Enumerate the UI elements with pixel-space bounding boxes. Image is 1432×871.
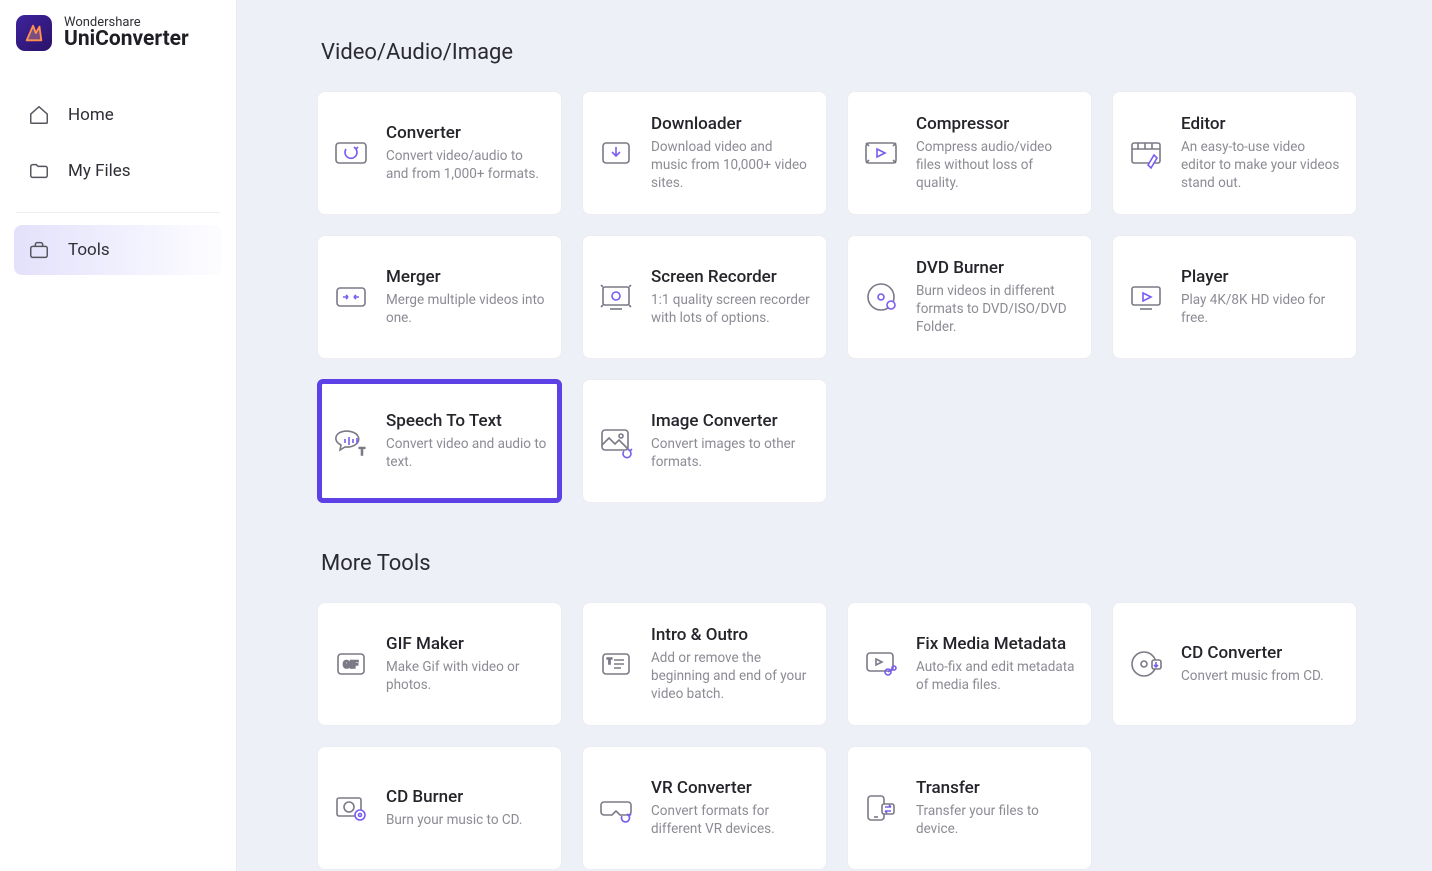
section-title-more: More Tools <box>321 551 1382 576</box>
tool-title: Editor <box>1181 114 1342 134</box>
tool-title: Image Converter <box>651 411 812 431</box>
tool-desc: Burn your music to CD. <box>386 811 547 829</box>
divider <box>16 212 220 213</box>
sidebar-item-tools[interactable]: Tools <box>14 225 222 275</box>
tool-card-fix-metadata[interactable]: Fix Media Metadata Auto-fix and edit meta… <box>847 602 1092 726</box>
tool-desc: Download video and music from 10,000+ vi… <box>651 138 812 193</box>
tool-title: Intro & Outro <box>651 625 812 645</box>
sidebar-item-myfiles[interactable]: My Files <box>14 146 222 196</box>
tool-desc: An easy-to-use video editor to make your… <box>1181 138 1342 193</box>
app-logo: Wondershare UniConverter <box>0 0 236 56</box>
tool-desc: Add or remove the beginning and end of y… <box>651 649 812 704</box>
tool-title: Transfer <box>916 778 1077 798</box>
tool-card-downloader[interactable]: Downloader Download video and music from … <box>582 91 827 215</box>
tool-title: CD Burner <box>386 787 547 807</box>
tool-desc: Convert video/audio to and from 1,000+ f… <box>386 147 547 183</box>
sidebar-item-label: Home <box>68 105 114 125</box>
svg-text:T: T <box>359 447 365 458</box>
svg-text:T: T <box>607 657 612 666</box>
tool-title: Merger <box>386 267 547 287</box>
vr-converter-icon <box>597 789 635 827</box>
tool-desc: Convert music from CD. <box>1181 667 1342 685</box>
download-icon <box>597 134 635 172</box>
svg-text:GIF: GIF <box>343 660 359 671</box>
sidebar: Wondershare UniConverter Home My Files T… <box>0 0 237 871</box>
tool-card-merger[interactable]: Merger Merge multiple videos into one. <box>317 235 562 359</box>
tool-card-converter[interactable]: Converter Convert video/audio to and from… <box>317 91 562 215</box>
tool-card-compressor[interactable]: Compressor Compress audio/video files wit… <box>847 91 1092 215</box>
tool-title: VR Converter <box>651 778 812 798</box>
tool-title: Downloader <box>651 114 812 134</box>
tool-desc: Convert video and audio to text. <box>386 435 547 471</box>
compressor-icon <box>862 134 900 172</box>
tool-card-intro-outro[interactable]: T Intro & Outro Add or remove the beginni… <box>582 602 827 726</box>
app-logo-icon <box>16 15 52 51</box>
tool-desc: Convert images to other formats. <box>651 435 812 471</box>
tool-title: Compressor <box>916 114 1077 134</box>
fix-metadata-icon <box>862 645 900 683</box>
tool-title: Converter <box>386 123 547 143</box>
sidebar-item-label: Tools <box>68 240 110 260</box>
tool-title: GIF Maker <box>386 634 547 654</box>
sidebar-item-label: My Files <box>68 161 131 181</box>
tool-card-player[interactable]: Player Play 4K/8K HD video for free. <box>1112 235 1357 359</box>
intro-outro-icon: T <box>597 645 635 683</box>
tool-card-cd-burner[interactable]: CD Burner Burn your music to CD. <box>317 746 562 870</box>
image-converter-icon <box>597 422 635 460</box>
tool-title: Fix Media Metadata <box>916 634 1077 654</box>
player-icon <box>1127 278 1165 316</box>
tool-desc: Compress audio/video files without loss … <box>916 138 1077 193</box>
tool-title: Screen Recorder <box>651 267 812 287</box>
tools-grid-more: GIF GIF Maker Make Gif with video or phot… <box>317 602 1382 870</box>
dvd-burner-icon <box>862 278 900 316</box>
tool-card-gif-maker[interactable]: GIF GIF Maker Make Gif with video or phot… <box>317 602 562 726</box>
editor-icon <box>1127 134 1165 172</box>
tool-desc: Play 4K/8K HD video for free. <box>1181 291 1342 327</box>
sidebar-nav: Home My Files Tools <box>0 90 236 275</box>
home-icon <box>28 104 50 126</box>
folder-icon <box>28 160 50 182</box>
screen-recorder-icon <box>597 278 635 316</box>
tool-title: Player <box>1181 267 1342 287</box>
tool-card-speech-to-text[interactable]: T Speech To Text Convert video and audio … <box>317 379 562 503</box>
sidebar-item-home[interactable]: Home <box>14 90 222 140</box>
tool-desc: Make Gif with video or photos. <box>386 658 547 694</box>
tool-desc: Convert formats for different VR devices… <box>651 802 812 838</box>
tool-card-dvd-burner[interactable]: DVD Burner Burn videos in different forma… <box>847 235 1092 359</box>
tool-card-image-converter[interactable]: Image Converter Convert images to other f… <box>582 379 827 503</box>
tool-title: Speech To Text <box>386 411 547 431</box>
transfer-icon <box>862 789 900 827</box>
tool-desc: Auto-fix and edit metadata of media file… <box>916 658 1077 694</box>
tool-desc: Transfer your files to device. <box>916 802 1077 838</box>
tool-desc: Burn videos in different formats to DVD/… <box>916 282 1077 337</box>
main-content: Video/Audio/Image Converter Convert video… <box>237 0 1432 871</box>
tool-desc: Merge multiple videos into one. <box>386 291 547 327</box>
converter-icon <box>332 134 370 172</box>
tool-title: CD Converter <box>1181 643 1342 663</box>
tool-card-transfer[interactable]: Transfer Transfer your files to device. <box>847 746 1092 870</box>
tool-card-cd-converter[interactable]: CD Converter Convert music from CD. <box>1112 602 1357 726</box>
tool-card-screen-recorder[interactable]: Screen Recorder 1:1 quality screen record… <box>582 235 827 359</box>
merger-icon <box>332 278 370 316</box>
tool-card-editor[interactable]: Editor An easy-to-use video editor to mak… <box>1112 91 1357 215</box>
section-title-media: Video/Audio/Image <box>321 40 1382 65</box>
toolbox-icon <box>28 239 50 261</box>
cd-converter-icon <box>1127 645 1165 683</box>
speech-to-text-icon: T <box>332 422 370 460</box>
tool-title: DVD Burner <box>916 258 1077 278</box>
brand-line2: UniConverter <box>64 29 189 50</box>
tool-desc: 1:1 quality screen recorder with lots of… <box>651 291 812 327</box>
gif-maker-icon: GIF <box>332 645 370 683</box>
cd-burner-icon <box>332 789 370 827</box>
tool-card-vr-converter[interactable]: VR Converter Convert formats for differen… <box>582 746 827 870</box>
tools-grid-media: Converter Convert video/audio to and from… <box>317 91 1382 503</box>
